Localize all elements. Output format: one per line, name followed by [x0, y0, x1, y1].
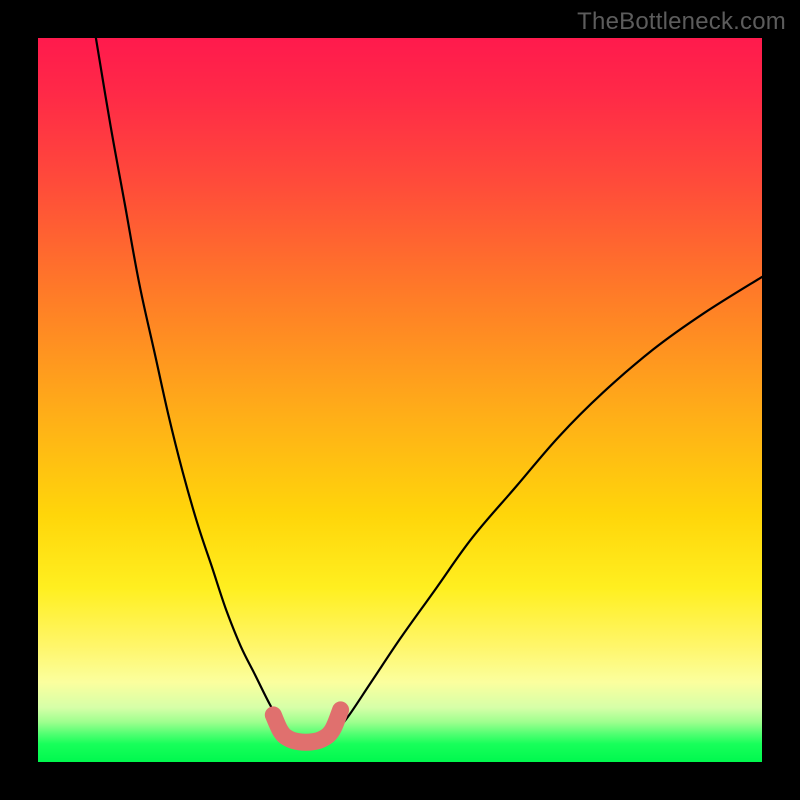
plot-area	[38, 38, 762, 762]
curve-layer	[38, 38, 762, 762]
curve-black-left	[96, 38, 292, 733]
marker-pink-floor	[273, 710, 340, 742]
watermark-text: TheBottleneck.com	[577, 8, 786, 36]
chart-frame: TheBottleneck.com	[0, 0, 800, 800]
curve-black-right	[335, 277, 762, 733]
